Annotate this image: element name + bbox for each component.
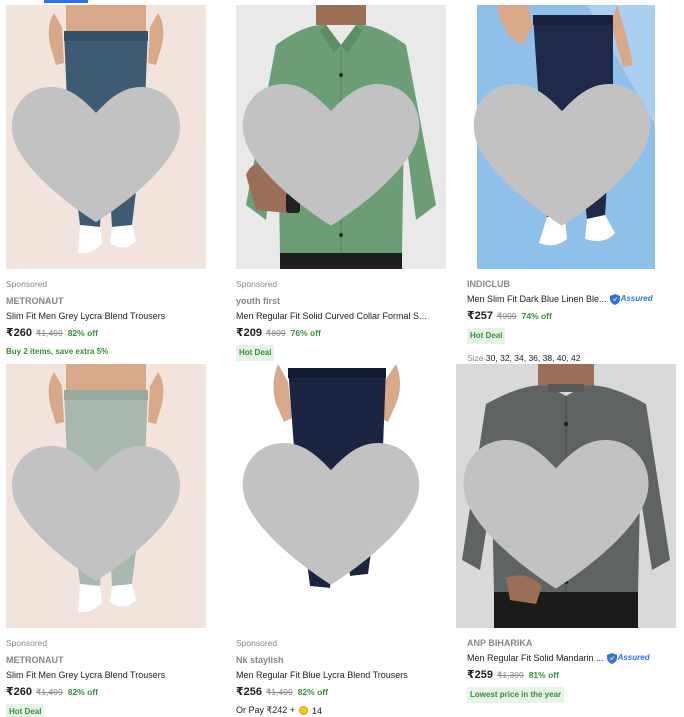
product-image[interactable] [467,5,677,269]
product-title[interactable]: Men Regular Fit Solid Curved Collar Form… [236,310,436,322]
selling-price: ₹259 [467,669,494,681]
product-title-text: Men Slim Fit Dark Blue Linen Ble... [467,294,607,304]
original-price: ₹899 [266,328,286,338]
product-title[interactable]: Slim Fit Men Grey Lycra Blend Trousers [6,310,206,322]
sponsored-label: Sponsored [236,638,278,648]
discount-percent: 82% off [67,687,98,697]
brand-name: ANP BIHARIKA [467,638,533,648]
supercoin-icon [299,706,309,715]
product-title-text: Men Regular Fit Solid Curved Collar Form… [236,311,427,321]
sponsored-label: Sponsored [236,279,278,289]
price-row: ₹260 ₹1,499 82% off [6,686,228,699]
product-image[interactable] [236,364,446,628]
or-pay-text: Or Pay ₹242 + [236,705,296,715]
assured-badge: Assured [609,293,653,305]
product-card[interactable]: Sponsored Nk staylish Men Regular Fit Bl… [236,364,458,716]
sponsored-label: Sponsored [6,279,48,289]
selling-price: ₹209 [236,327,263,339]
discount-percent: 74% off [521,311,552,321]
original-price: ₹1,499 [36,328,63,338]
product-card[interactable]: Sponsored METRONAUT Slim Fit Men Grey Ly… [6,364,228,717]
product-image[interactable] [236,5,446,269]
heart-icon[interactable] [236,15,436,269]
active-tab-indicator [44,0,88,3]
discount-percent: 82% off [297,687,328,697]
discount-percent: 82% off [67,328,98,338]
selling-price: ₹260 [6,686,33,698]
heart-icon[interactable] [456,374,666,628]
product-image[interactable] [456,364,676,628]
brand-name: INDICLUB [467,279,510,289]
product-title[interactable]: Slim Fit Men Grey Lycra Blend Trousers [6,669,206,681]
product-title[interactable]: Men Regular Fit Blue Lycra Blend Trouser… [236,669,436,681]
assured-shield-icon [606,652,617,664]
discount-percent: 76% off [290,328,321,338]
heart-icon[interactable] [467,15,667,269]
deal-badge: Hot Deal [6,704,45,717]
product-image[interactable] [6,5,206,269]
supercoin-offer: Or Pay ₹242 + 14 [236,705,458,716]
product-title-text: Slim Fit Men Grey Lycra Blend Trousers [6,670,166,680]
price-row: ₹260 ₹1,499 82% off [6,327,228,340]
product-title-text: Men Regular Fit Blue Lycra Blend Trouser… [236,670,408,680]
brand-name: Nk staylish [236,655,284,665]
price-row: ₹256 ₹1,499 82% off [236,686,458,699]
selling-price: ₹257 [467,310,494,322]
price-row: ₹259 ₹1,399 81% off [467,669,678,682]
sizes-values: 30, 32, 34, 36, 38, 40, 42 [485,353,581,363]
deal-badge: Hot Deal [467,328,506,344]
product-title-text: Men Regular Fit Solid Mandarin ... [467,653,604,663]
original-price: ₹1,499 [266,687,293,697]
original-price: ₹999 [497,311,517,321]
assured-label: Assured [620,294,653,303]
deal-badge: Lowest price in the year [467,687,565,703]
heart-icon[interactable] [236,374,436,628]
original-price: ₹1,499 [36,687,63,697]
brand-name: youth first [236,296,280,306]
product-title-text: Slim Fit Men Grey Lycra Blend Trousers [6,311,166,321]
product-card[interactable]: ANP BIHARIKA Men Regular Fit Solid Manda… [456,364,678,703]
deal-badge: Hot Deal [236,345,275,361]
heart-icon[interactable] [6,15,196,269]
discount-percent: 81% off [528,670,559,680]
assured-shield-icon [609,293,620,305]
product-card[interactable]: INDICLUB Men Slim Fit Dark Blue Linen Bl… [467,5,684,363]
selling-price: ₹256 [236,686,263,698]
assured-label: Assured [617,653,650,662]
product-card[interactable]: Sponsored youth first Men Regular Fit So… [236,5,458,361]
product-title[interactable]: Men Regular Fit Solid Mandarin ... Assur… [467,652,667,664]
original-price: ₹1,399 [497,670,524,680]
product-image[interactable] [6,364,206,628]
price-row: ₹209 ₹899 76% off [236,327,458,340]
available-sizes: Size 30, 32, 34, 36, 38, 40, 42 [467,353,684,363]
brand-name: METRONAUT [6,296,64,306]
price-row: ₹257 ₹999 74% off [467,310,684,323]
heart-icon[interactable] [6,374,196,628]
sponsored-label: Sponsored [6,638,48,648]
product-card[interactable]: Sponsored METRONAUT Slim Fit Men Grey Ly… [6,5,228,356]
brand-name: METRONAUT [6,655,64,665]
supercoin-count: 14 [312,705,323,716]
assured-badge: Assured [606,652,650,664]
selling-price: ₹260 [6,327,33,339]
product-title[interactable]: Men Slim Fit Dark Blue Linen Ble... Assu… [467,293,667,305]
bundle-offer: Buy 2 items, save extra 5% [6,347,109,356]
sizes-label: Size [467,353,484,363]
